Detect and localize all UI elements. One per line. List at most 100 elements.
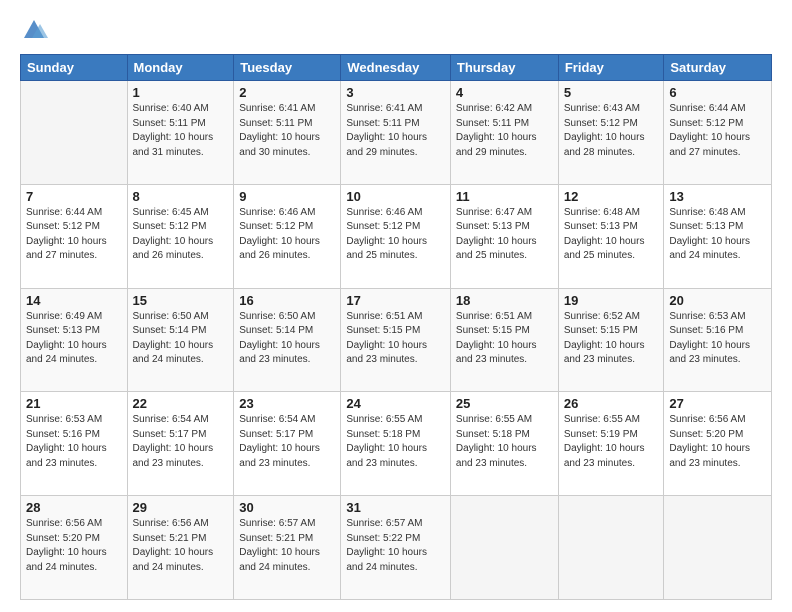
day-info: Sunrise: 6:45 AM Sunset: 5:12 PM Dayligh… [133,206,229,264]
day-info: Sunrise: 6:53 AM Sunset: 5:16 PM Dayligh… [669,310,766,368]
day-info: Sunrise: 6:56 AM Sunset: 5:20 PM Dayligh… [669,413,766,471]
calendar-cell: 19Sunrise: 6:52 AM Sunset: 5:15 PM Dayli… [558,288,664,392]
weekday-header-tuesday: Tuesday [234,55,341,81]
week-row-1: 1 Sunrise: 6:40 AM Sunset: 5:11 PM Daylig… [21,81,772,185]
day-info: Sunrise: 6:43 AM Sunset: 5:12 PM Dayligh… [564,102,659,160]
weekday-header-sunday: Sunday [21,55,128,81]
calendar-cell: 1 Sunrise: 6:40 AM Sunset: 5:11 PM Daylig… [127,81,234,185]
calendar-cell [558,496,664,600]
calendar-cell: 7 Sunrise: 6:44 AM Sunset: 5:12 PM Daylig… [21,184,128,288]
day-number: 23 [239,396,335,411]
day-number: 24 [346,396,445,411]
day-number: 8 [133,189,229,204]
day-info: Sunrise: 6:54 AM Sunset: 5:17 PM Dayligh… [239,413,335,471]
day-info: Sunrise: 6:56 AM Sunset: 5:21 PM Dayligh… [133,517,229,575]
week-row-4: 21 Sunrise: 6:53 AM Sunset: 5:16 PM Dayli… [21,392,772,496]
day-info: Sunrise: 6:47 AM Sunset: 5:13 PM Dayligh… [456,206,553,264]
day-info: Sunrise: 6:49 AM Sunset: 5:13 PM Dayligh… [26,310,122,368]
day-number: 1 [133,85,229,100]
day-info: Sunrise: 6:50 AM Sunset: 5:14 PM Dayligh… [239,310,335,368]
day-info: Sunrise: 6:44 AM Sunset: 5:12 PM Dayligh… [669,102,766,160]
day-number: 30 [239,500,335,515]
day-number: 6 [669,85,766,100]
day-info: Sunrise: 6:50 AM Sunset: 5:14 PM Dayligh… [133,310,229,368]
day-number: 28 [26,500,122,515]
day-number: 17 [346,293,445,308]
calendar-cell: 4Sunrise: 6:42 AM Sunset: 5:11 PM Daylig… [450,81,558,185]
calendar-cell: 22 Sunrise: 6:54 AM Sunset: 5:17 PM Dayli… [127,392,234,496]
day-info: Sunrise: 6:55 AM Sunset: 5:19 PM Dayligh… [564,413,659,471]
day-number: 2 [239,85,335,100]
week-row-3: 14Sunrise: 6:49 AM Sunset: 5:13 PM Dayli… [21,288,772,392]
day-number: 18 [456,293,553,308]
day-info: Sunrise: 6:51 AM Sunset: 5:15 PM Dayligh… [346,310,445,368]
calendar-cell: 11Sunrise: 6:47 AM Sunset: 5:13 PM Dayli… [450,184,558,288]
calendar-cell: 14Sunrise: 6:49 AM Sunset: 5:13 PM Dayli… [21,288,128,392]
calendar-cell: 29 Sunrise: 6:56 AM Sunset: 5:21 PM Dayli… [127,496,234,600]
day-info: Sunrise: 6:57 AM Sunset: 5:21 PM Dayligh… [239,517,335,575]
logo-icon [20,16,48,44]
day-info: Sunrise: 6:46 AM Sunset: 5:12 PM Dayligh… [239,206,335,264]
day-number: 9 [239,189,335,204]
day-info: Sunrise: 6:53 AM Sunset: 5:16 PM Dayligh… [26,413,122,471]
logo [20,16,52,44]
day-number: 20 [669,293,766,308]
header [20,16,772,44]
day-number: 13 [669,189,766,204]
calendar-cell: 21 Sunrise: 6:53 AM Sunset: 5:16 PM Dayli… [21,392,128,496]
calendar-cell: 15Sunrise: 6:50 AM Sunset: 5:14 PM Dayli… [127,288,234,392]
day-number: 3 [346,85,445,100]
day-number: 4 [456,85,553,100]
day-number: 27 [669,396,766,411]
calendar-cell: 2 Sunrise: 6:41 AM Sunset: 5:11 PM Daylig… [234,81,341,185]
day-info: Sunrise: 6:54 AM Sunset: 5:17 PM Dayligh… [133,413,229,471]
day-info: Sunrise: 6:55 AM Sunset: 5:18 PM Dayligh… [456,413,553,471]
calendar-cell: 18 Sunrise: 6:51 AM Sunset: 5:15 PM Dayli… [450,288,558,392]
day-info: Sunrise: 6:51 AM Sunset: 5:15 PM Dayligh… [456,310,553,368]
day-info: Sunrise: 6:41 AM Sunset: 5:11 PM Dayligh… [346,102,445,160]
calendar-cell: 24 Sunrise: 6:55 AM Sunset: 5:18 PM Dayli… [341,392,451,496]
calendar-cell [664,496,772,600]
calendar-cell: 27 Sunrise: 6:56 AM Sunset: 5:20 PM Dayli… [664,392,772,496]
calendar-cell: 10 Sunrise: 6:46 AM Sunset: 5:12 PM Dayli… [341,184,451,288]
calendar-cell: 12Sunrise: 6:48 AM Sunset: 5:13 PM Dayli… [558,184,664,288]
day-number: 21 [26,396,122,411]
day-number: 31 [346,500,445,515]
day-info: Sunrise: 6:41 AM Sunset: 5:11 PM Dayligh… [239,102,335,160]
calendar-cell: 3 Sunrise: 6:41 AM Sunset: 5:11 PM Daylig… [341,81,451,185]
calendar-table: SundayMondayTuesdayWednesdayThursdayFrid… [20,54,772,600]
day-number: 22 [133,396,229,411]
day-number: 26 [564,396,659,411]
calendar-cell: 31Sunrise: 6:57 AM Sunset: 5:22 PM Dayli… [341,496,451,600]
calendar-cell: 28 Sunrise: 6:56 AM Sunset: 5:20 PM Dayli… [21,496,128,600]
day-info: Sunrise: 6:44 AM Sunset: 5:12 PM Dayligh… [26,206,122,264]
day-info: Sunrise: 6:46 AM Sunset: 5:12 PM Dayligh… [346,206,445,264]
day-number: 12 [564,189,659,204]
day-number: 29 [133,500,229,515]
calendar-cell: 17 Sunrise: 6:51 AM Sunset: 5:15 PM Dayli… [341,288,451,392]
page: SundayMondayTuesdayWednesdayThursdayFrid… [0,0,792,612]
day-number: 19 [564,293,659,308]
calendar-cell: 30 Sunrise: 6:57 AM Sunset: 5:21 PM Dayli… [234,496,341,600]
day-number: 5 [564,85,659,100]
weekday-header-row: SundayMondayTuesdayWednesdayThursdayFrid… [21,55,772,81]
day-number: 10 [346,189,445,204]
calendar-cell: 20 Sunrise: 6:53 AM Sunset: 5:16 PM Dayli… [664,288,772,392]
day-number: 25 [456,396,553,411]
day-info: Sunrise: 6:48 AM Sunset: 5:13 PM Dayligh… [669,206,766,264]
day-number: 16 [239,293,335,308]
weekday-header-friday: Friday [558,55,664,81]
calendar-cell: 25 Sunrise: 6:55 AM Sunset: 5:18 PM Dayli… [450,392,558,496]
day-number: 7 [26,189,122,204]
calendar-cell: 23 Sunrise: 6:54 AM Sunset: 5:17 PM Dayli… [234,392,341,496]
week-row-2: 7 Sunrise: 6:44 AM Sunset: 5:12 PM Daylig… [21,184,772,288]
calendar-cell: 26 Sunrise: 6:55 AM Sunset: 5:19 PM Dayli… [558,392,664,496]
calendar-cell [450,496,558,600]
day-info: Sunrise: 6:56 AM Sunset: 5:20 PM Dayligh… [26,517,122,575]
day-info: Sunrise: 6:55 AM Sunset: 5:18 PM Dayligh… [346,413,445,471]
calendar-cell: 13 Sunrise: 6:48 AM Sunset: 5:13 PM Dayli… [664,184,772,288]
day-info: Sunrise: 6:40 AM Sunset: 5:11 PM Dayligh… [133,102,229,160]
calendar-cell: 16 Sunrise: 6:50 AM Sunset: 5:14 PM Dayli… [234,288,341,392]
calendar-cell: 8 Sunrise: 6:45 AM Sunset: 5:12 PM Daylig… [127,184,234,288]
calendar-cell: 6 Sunrise: 6:44 AM Sunset: 5:12 PM Daylig… [664,81,772,185]
